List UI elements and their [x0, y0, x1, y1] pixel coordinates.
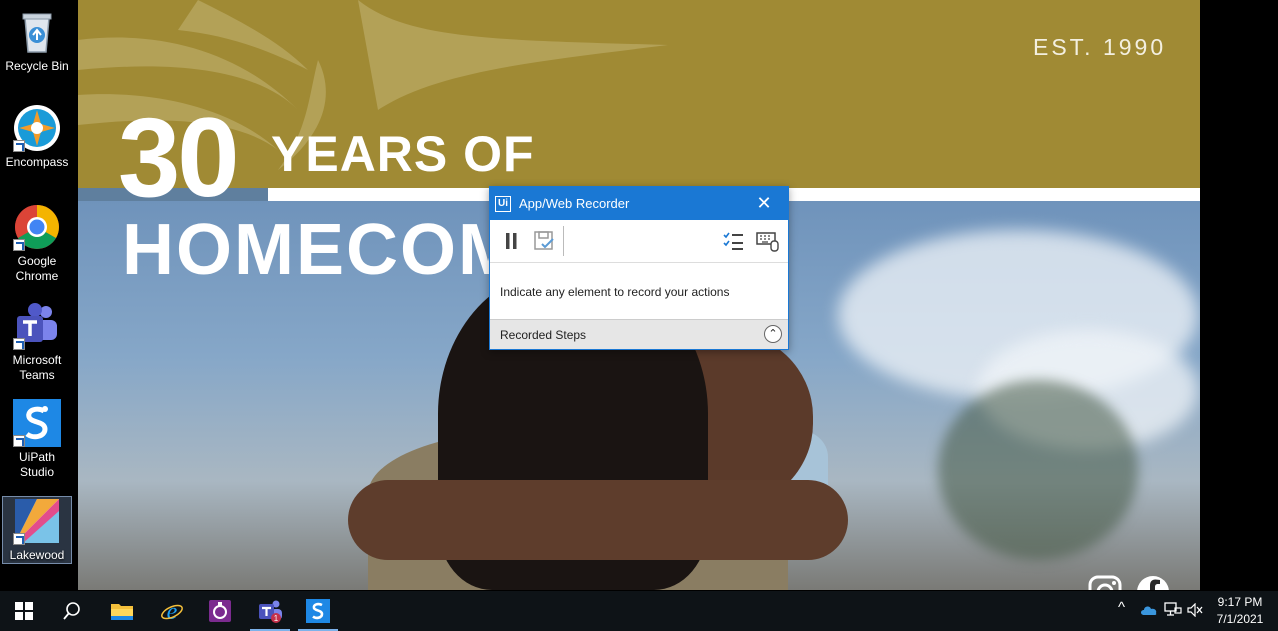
- show-hidden-icons-button[interactable]: ^: [1118, 599, 1125, 616]
- shortcut-arrow-icon: [13, 533, 25, 545]
- lakewood-icon: [13, 497, 61, 545]
- desktop-icon-label: Microsoft Teams: [12, 353, 62, 382]
- desktop-icon-label: Google Chrome: [15, 254, 59, 283]
- taskbar-onenote[interactable]: [196, 591, 244, 631]
- desktop-icon-google-chrome[interactable]: Google Chrome: [2, 203, 72, 284]
- taskbar-file-explorer[interactable]: [98, 591, 146, 631]
- teams-icon: 1: [259, 600, 282, 623]
- recorded-steps-panel[interactable]: Recorded Steps: [490, 319, 788, 349]
- internet-explorer-icon: e: [161, 599, 183, 623]
- shortcut-arrow-icon: [13, 435, 25, 447]
- headline-years-of: YEARS OF: [271, 126, 535, 182]
- shortcut-arrow-icon: [13, 140, 25, 152]
- chrome-icon: [13, 203, 61, 251]
- app-web-recorder-window[interactable]: Ui App/Web Recorder ✕ Indicate any eleme…: [489, 186, 789, 350]
- encompass-icon: [13, 104, 61, 152]
- desktop-icon-encompass[interactable]: Encompass: [2, 104, 72, 170]
- headline-number: 30: [118, 95, 240, 220]
- desktop-screen: Recycle Bin Encompass Google Chrome Micr…: [0, 0, 1278, 631]
- desktop-icon-lakewood[interactable]: Lakewood: [2, 496, 72, 564]
- recorder-title: App/Web Recorder: [519, 196, 630, 211]
- pause-button[interactable]: [500, 230, 524, 252]
- photo-palm-tree: [938, 380, 1138, 560]
- est-year-text: EST. 1990: [1033, 34, 1167, 60]
- recorded-steps-label: Recorded Steps: [500, 327, 587, 342]
- taskbar-internet-explorer[interactable]: e: [148, 591, 196, 631]
- headline-homecoming: HOMECOM: [122, 210, 520, 290]
- checklist-icon[interactable]: [722, 230, 746, 252]
- search-icon: [63, 602, 80, 620]
- system-clock[interactable]: 9:17 PM 7/1/2021: [1210, 594, 1270, 628]
- start-icon: [15, 602, 33, 620]
- desktop-icon-microsoft-teams[interactable]: Microsoft Teams: [2, 302, 72, 383]
- desktop-icon-label: UiPath Studio: [18, 450, 56, 479]
- teams-notification-badge: 1: [274, 614, 279, 623]
- keyboard-mouse-icon[interactable]: [756, 230, 780, 252]
- search-button[interactable]: [48, 591, 96, 631]
- uipath-studio-icon: [13, 399, 61, 447]
- volume-muted-icon[interactable]: [1187, 603, 1203, 617]
- desktop-icon-recycle-bin[interactable]: Recycle Bin: [2, 8, 72, 74]
- uipath-logo-icon: Ui: [495, 195, 511, 212]
- expand-steps-button[interactable]: ⌃: [764, 325, 782, 343]
- file-explorer-icon: [111, 604, 133, 620]
- instagram-icon[interactable]: [1088, 575, 1122, 590]
- shortcut-arrow-icon: [13, 239, 25, 251]
- facebook-icon[interactable]: [1136, 575, 1170, 590]
- desktop-icon-label: Lakewood: [9, 548, 65, 562]
- save-and-exit-button[interactable]: [532, 230, 556, 252]
- taskbar-teams[interactable]: 1: [246, 591, 294, 631]
- taskbar-uipath-studio[interactable]: [294, 591, 342, 631]
- start-button[interactable]: [0, 591, 48, 631]
- clock-time: 9:17 PM: [1217, 595, 1263, 609]
- taskbar: e 1 ^ 9:17 PM 7/1/2021: [0, 591, 1278, 631]
- teams-icon: [13, 302, 61, 350]
- desktop-icon-label: Encompass: [5, 155, 69, 169]
- recorder-toolbar: [490, 220, 788, 263]
- shortcut-arrow-icon: [13, 338, 25, 350]
- clock-date: 7/1/2021: [1216, 612, 1264, 626]
- desktop-right-edge: [1200, 0, 1278, 590]
- toolbar-separator: [563, 226, 564, 256]
- desktop-icon-label: Recycle Bin: [5, 59, 69, 73]
- close-button[interactable]: ✕: [754, 193, 774, 213]
- desktop-icon-uipath-studio[interactable]: UiPath Studio: [2, 399, 72, 480]
- recycle-bin-icon: [13, 8, 61, 56]
- recorder-instruction: Indicate any element to record your acti…: [500, 285, 730, 299]
- uipath-studio-icon: [306, 599, 330, 623]
- network-icon[interactable]: [1164, 602, 1182, 618]
- onenote-icon: [209, 600, 231, 622]
- photo-child-arm: [348, 480, 848, 560]
- svg-text:e: e: [167, 599, 178, 623]
- onedrive-icon[interactable]: [1140, 603, 1158, 617]
- recorder-titlebar[interactable]: Ui App/Web Recorder ✕: [490, 187, 788, 220]
